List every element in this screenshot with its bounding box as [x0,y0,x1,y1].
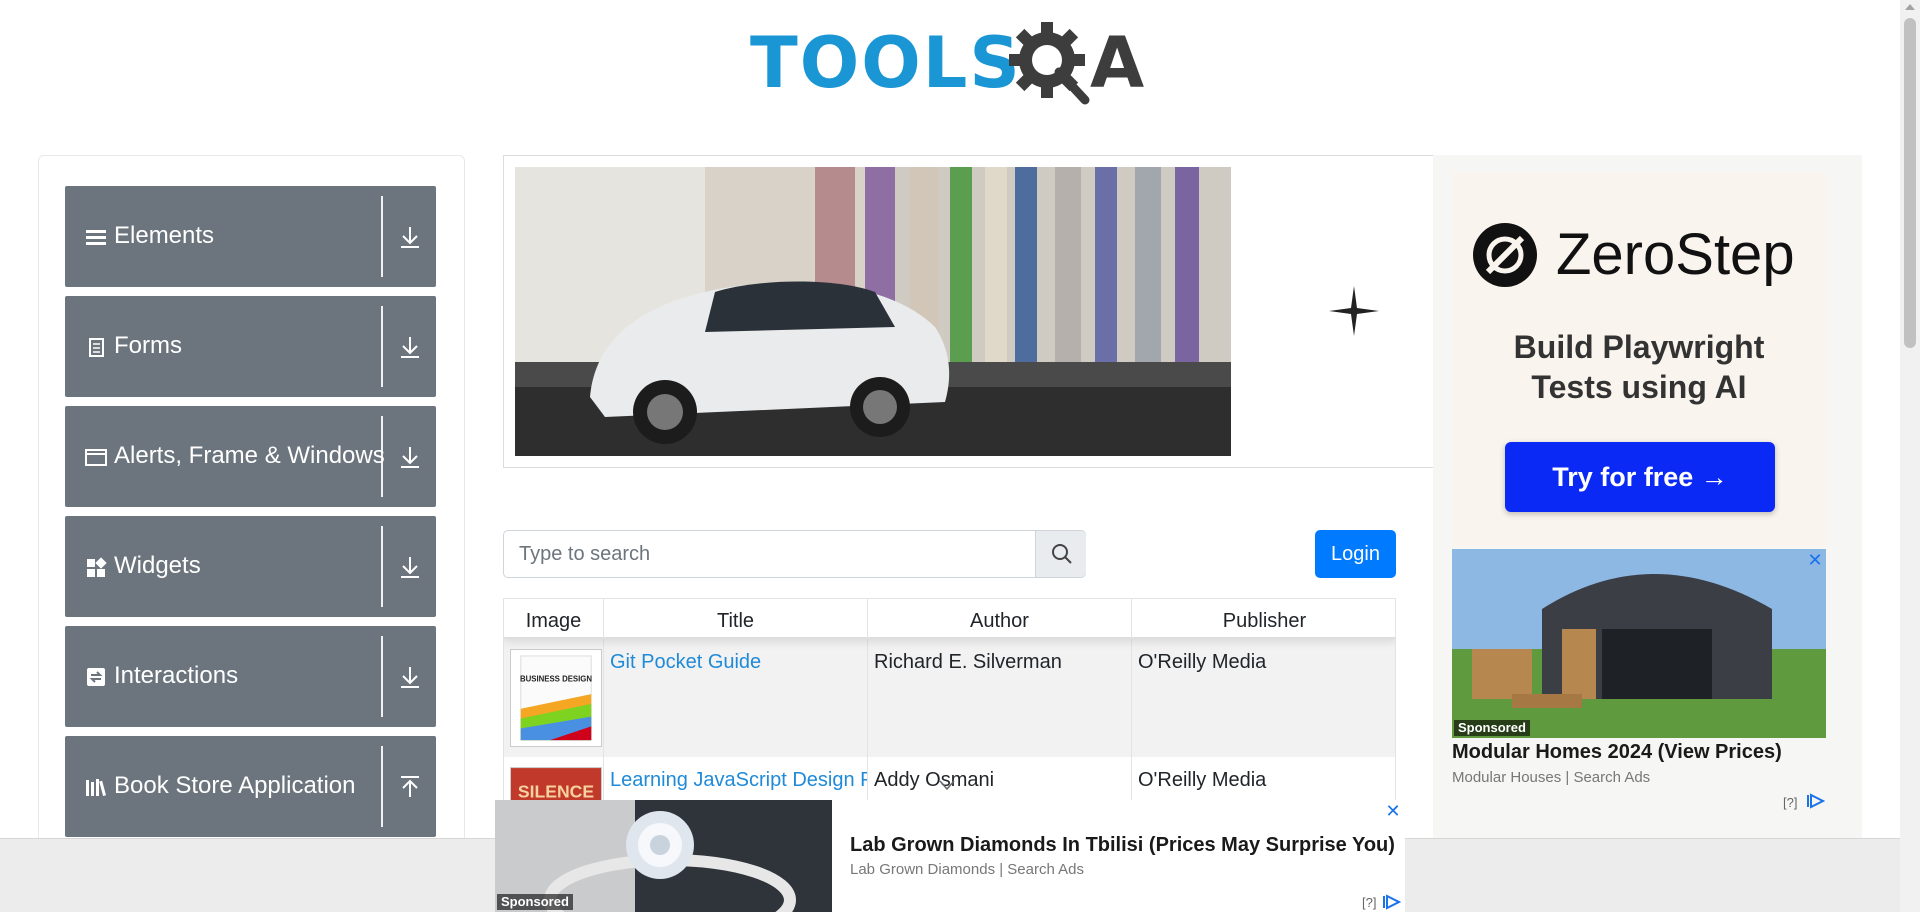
scroll-thumb[interactable] [1904,18,1916,348]
close-ad-icon[interactable]: ✕ [1807,551,1823,569]
group-label: Widgets [114,552,201,579]
book-cover-text: SILENCE [518,781,595,801]
zerostep-ad[interactable]: ZeroStep Build Playwright Tests using AI… [1452,172,1826,547]
adchoices-icon[interactable] [1807,793,1825,809]
group-label: Alerts, Frame & Windows [114,442,385,469]
group-widgets[interactable]: Widgets [65,516,436,617]
ad-source[interactable]: Modular Houses | Search Ads [1452,769,1650,786]
book-cover-text: BUSINESS DESIGN [520,674,592,683]
books-icon [86,779,107,796]
book-cover-cell: BUSINESS DESIGN [504,639,604,757]
arrow-down-icon[interactable] [393,552,427,582]
book-cover-image: BUSINESS DESIGN [510,649,602,747]
book-title-link[interactable]: Learning JavaScript Design Patterns [610,769,867,791]
column-header-author[interactable]: Author [868,599,1132,639]
login-button[interactable]: Login [1315,530,1396,578]
logo-text-a: A [1090,22,1145,104]
group-divider [381,636,383,717]
polestar-logo-icon [1329,286,1379,336]
search-icon [1052,544,1072,564]
group-alerts-frame-windows[interactable]: Alerts, Frame & Windows [65,406,436,507]
document-icon [89,338,104,357]
tagline-line-2: Tests using AI [1531,369,1747,405]
table-header: Image Title Author Publisher [504,599,1395,639]
ad-title[interactable]: Modular Homes 2024 (View Prices) [1452,741,1782,764]
group-divider [381,746,383,827]
left-panel: Elements Forms Alerts, Frame & Windows W… [38,155,465,912]
book-publisher-cell: O'Reilly Media [1138,651,1267,673]
group-elements[interactable]: Elements [65,186,436,287]
bottom-ad[interactable]: Sponsored ✕ Lab Grown Diamonds In Tbilis… [495,800,1405,912]
group-label: Interactions [114,662,239,689]
table-row: BUSINESS DESIGN Git Pocket Guide Richard… [504,639,1395,757]
group-divider [381,306,383,387]
arrow-down-icon[interactable] [393,442,427,472]
zerostep-tagline: Build Playwright Tests using AI [1452,327,1826,407]
ad-info-link[interactable]: [?] [1362,895,1376,910]
page-scrollbar[interactable] [1900,0,1920,912]
column-header-publisher[interactable]: Publisher [1132,599,1395,639]
book-title-cell: Git Pocket Guide [604,639,868,757]
sponsored-label: Sponsored [1454,720,1530,736]
group-divider [381,526,383,607]
tagline-line-1: Build Playwright [1513,329,1765,365]
ring-ad-image: Sponsored [495,800,832,912]
gear-magnifier-icon [1009,22,1090,105]
widgets-icon [87,557,107,577]
logo-text-tools: TOOLS [750,22,1022,104]
group-forms[interactable]: Forms [65,296,436,397]
group-label: Forms [114,332,182,359]
modular-home-photo [1452,549,1826,738]
modular-home-ad-image[interactable]: Sponsored [1452,549,1826,738]
toolsqa-logo[interactable]: TOOLS A [750,18,1155,114]
group-book-store-application[interactable]: Book Store Application [65,736,436,837]
zerostep-brand: ZeroStep [1556,222,1795,287]
group-divider [381,196,383,277]
scroll-up-arrow-icon[interactable] [1905,4,1915,10]
window-icon [85,449,107,466]
group-label: Elements [114,222,215,249]
group-divider [381,416,383,497]
sponsored-label: Sponsored [497,894,573,910]
search-box [503,530,1086,578]
interaction-icon [87,668,105,686]
search-button[interactable] [1035,531,1086,577]
arrow-up-icon[interactable] [393,772,427,802]
book-title-link[interactable]: Git Pocket Guide [610,651,761,673]
ad-title[interactable]: Lab Grown Diamonds In Tbilisi (Prices Ma… [850,834,1395,857]
arrow-down-icon[interactable] [393,222,427,252]
right-ad-column: ZeroStep Build Playwright Tests using AI… [1433,155,1862,855]
column-header-title[interactable]: Title [604,599,868,639]
arrow-down-icon[interactable] [393,662,427,692]
book-author-cell: Richard E. Silverman [868,639,1132,757]
group-label: Book Store Application [114,772,356,799]
close-ad-icon[interactable]: ✕ [1385,802,1401,820]
ad-source[interactable]: Lab Grown Diamonds | Search Ads [850,861,1084,878]
group-interactions[interactable]: Interactions [65,626,436,727]
mouse-cursor-icon [939,780,955,791]
banner-ad[interactable] [503,155,1433,468]
zerostep-logo-icon [1473,223,1537,287]
try-for-free-button[interactable]: Try for free → [1505,442,1775,512]
adchoices-icon[interactable] [1383,894,1401,910]
search-input[interactable] [504,531,1035,577]
arrow-down-icon[interactable] [393,332,427,362]
column-header-image[interactable]: Image [504,599,604,639]
ad-info-link[interactable]: [?] [1783,795,1797,810]
car-banner-image [515,167,1231,456]
menu-icon [86,230,106,245]
